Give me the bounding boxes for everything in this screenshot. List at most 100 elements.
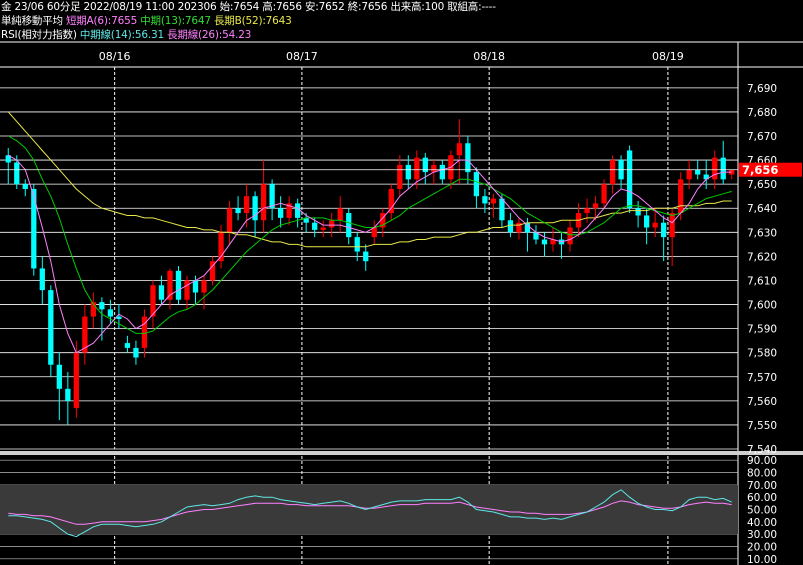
price-tick-label: 7,590 xyxy=(747,324,777,336)
candle-body xyxy=(388,188,394,214)
price-tick-label: 7,640 xyxy=(747,203,777,215)
rsi-tick-label: 10.00 xyxy=(747,554,777,565)
candle-body xyxy=(678,179,684,214)
candle-body xyxy=(661,222,667,238)
candle-body xyxy=(192,280,199,293)
price-tick-label: 7,550 xyxy=(747,420,777,432)
price-tick-label: 7,600 xyxy=(747,300,777,312)
ma-title: 単純移動平均 xyxy=(1,15,63,27)
rsi-title: RSI(相対力指数) xyxy=(1,29,77,41)
price-axis: 7,6907,6807,6707,6607,6507,6407,6307,620… xyxy=(747,83,777,456)
price-tick-label: 7,620 xyxy=(747,251,777,263)
candle-body xyxy=(337,208,343,221)
candle-body xyxy=(99,302,105,310)
price-tick-label: 7,690 xyxy=(747,83,777,95)
ma-long-label: 長期B(52):7643 xyxy=(213,15,292,27)
candle-body xyxy=(133,347,139,358)
candle-body xyxy=(260,184,267,221)
candle-body xyxy=(175,270,182,300)
candle-body xyxy=(473,172,480,197)
rsi-tick-label: 30.00 xyxy=(747,529,777,541)
candle-body xyxy=(22,184,28,189)
candle-body xyxy=(482,196,488,204)
candle-body xyxy=(269,184,275,209)
rsi-band-area xyxy=(0,484,738,535)
candle-body xyxy=(507,220,514,233)
candle-body xyxy=(277,208,284,218)
candle-body xyxy=(201,280,207,293)
candle-body xyxy=(439,164,445,180)
rsi-tick-label: 80.00 xyxy=(747,468,777,480)
price-tick-label: 7,580 xyxy=(747,348,777,360)
candle-body xyxy=(567,227,573,245)
candle-body xyxy=(397,164,403,189)
candle-body xyxy=(592,203,599,209)
rsi-tick-label: 60.00 xyxy=(747,492,777,504)
candle-body xyxy=(414,157,420,180)
candle-body xyxy=(243,196,250,214)
candle-body xyxy=(31,188,37,269)
candle-body xyxy=(65,388,71,401)
candle-body xyxy=(490,198,497,204)
rsi-tick-label: 70.00 xyxy=(747,480,777,492)
candle-body xyxy=(499,198,505,221)
candle-body xyxy=(643,215,650,228)
candle-body xyxy=(107,309,114,317)
candle-body xyxy=(652,222,658,228)
candle-body xyxy=(354,237,360,252)
candle-body xyxy=(456,143,463,156)
candle-body xyxy=(465,143,471,173)
candle-body xyxy=(184,280,190,300)
price-tick-label: 7,650 xyxy=(747,179,777,191)
candle-body xyxy=(124,343,131,348)
candle-body xyxy=(295,203,301,218)
candle-body xyxy=(626,150,633,209)
candle-body xyxy=(14,162,20,185)
candle-body xyxy=(73,352,79,409)
candle-body xyxy=(609,160,616,185)
price-tick-label: 7,610 xyxy=(747,275,777,287)
candle-body xyxy=(39,268,45,291)
candle-body xyxy=(541,239,548,245)
rsi-tick-label: 50.00 xyxy=(747,505,777,517)
rsi-band xyxy=(0,484,738,535)
rsi-axis: 90.0080.0070.0060.0050.0040.0030.0020.00… xyxy=(747,455,777,565)
candle-body xyxy=(720,157,726,180)
candle-body xyxy=(695,169,701,175)
price-tick-label: 7,570 xyxy=(747,372,777,384)
rsi-legend: RSI(相対力指数) 中期線(14):56.31 長期線(26):54.23 xyxy=(1,28,251,42)
rsi-long-label: 長期線(26):54.23 xyxy=(167,29,252,41)
current-price-label: 7,656 xyxy=(742,163,778,177)
candle-body xyxy=(56,364,62,389)
candle-body xyxy=(329,220,335,228)
ma-mid-label: 中期(13):7647 xyxy=(140,15,211,27)
header-summary: 金 23/06 60分足 2022/08/19 11:00 202306 始:7… xyxy=(1,1,496,13)
date-axis: 08/16 08/17 08/18 08/19 xyxy=(99,50,684,63)
rsi-tick-label: 40.00 xyxy=(747,517,777,529)
ma-legend: 単純移動平均 短期A(6):7655 中期(13):7647 長期B(52):7… xyxy=(1,14,292,28)
chart-header: 金 23/06 60分足 2022/08/19 11:00 202306 始:7… xyxy=(1,0,496,14)
candle-body xyxy=(601,184,607,204)
candle-body xyxy=(431,164,437,173)
candle-body xyxy=(346,213,352,238)
candle-body xyxy=(312,222,318,230)
ma-long-line xyxy=(7,111,732,248)
price-tick-label: 7,670 xyxy=(747,131,777,143)
price-tick-label: 7,680 xyxy=(747,107,777,119)
ma-short-label: 短期A(6):7655 xyxy=(65,15,138,27)
date-tick-label: 08/17 xyxy=(286,50,318,63)
candle-body xyxy=(669,213,675,238)
rsi-mid-label: 中期線(14):56.31 xyxy=(79,29,164,41)
candle-body xyxy=(635,208,641,216)
date-tick-label: 08/19 xyxy=(652,50,684,63)
rsi-tick-label: 90.00 xyxy=(747,455,777,467)
price-tick-label: 7,560 xyxy=(747,396,777,408)
candle-body xyxy=(48,290,54,365)
candle-body xyxy=(686,169,692,180)
date-tick-label: 08/16 xyxy=(99,50,131,63)
rsi-tick-label: 20.00 xyxy=(747,542,777,554)
candle-body xyxy=(363,251,369,262)
price-tick-label: 7,630 xyxy=(747,227,777,239)
candle-body xyxy=(158,285,165,300)
date-tick-label: 08/18 xyxy=(473,50,505,63)
